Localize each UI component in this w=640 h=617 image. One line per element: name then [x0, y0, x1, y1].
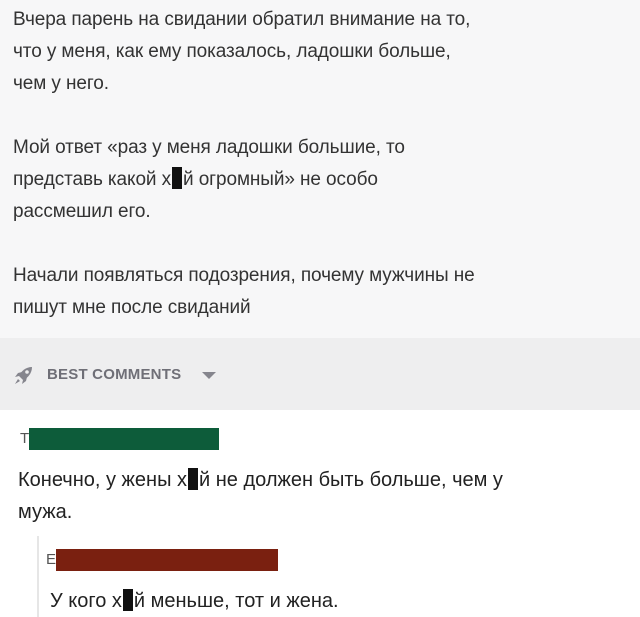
- reply-author[interactable]: Е: [46, 549, 286, 571]
- author-initial: Е: [46, 551, 57, 568]
- comment-text-part: У кого х: [50, 590, 122, 612]
- post-line: рассмешил его.: [13, 201, 151, 222]
- rocket-icon: [15, 367, 32, 384]
- comment-author[interactable]: Т: [20, 428, 219, 450]
- post-line: Вчера парень на свидании обратил внимани…: [13, 9, 471, 30]
- chevron-down-icon[interactable]: [201, 371, 217, 381]
- redaction-bar: [56, 549, 278, 571]
- post-line: чем у него.: [13, 73, 109, 94]
- censor-block: [188, 468, 199, 490]
- post-paragraph-1: Вчера парень на свидании обратил внимани…: [13, 4, 470, 100]
- comment-text-part: Конечно, у жены х: [18, 469, 188, 491]
- reply-text: У кого х й меньше, тот и жена.: [50, 585, 640, 617]
- reply-thread-line: [37, 536, 39, 617]
- redaction-bar: [29, 428, 219, 450]
- post-paragraph-2: Мой ответ «раз у меня ладошки большие, т…: [13, 132, 405, 228]
- author-initial: Т: [20, 430, 30, 447]
- comment-text-part: й не должен быть больше, чем у: [199, 469, 503, 491]
- post-line-part: й огромный» не особо: [183, 169, 378, 190]
- post-line: что у меня, как ему показалось, ладошки …: [13, 41, 451, 62]
- comment-text-part: й меньше, тот и жена.: [133, 590, 339, 612]
- comment-text: Конечно, у жены х й не должен быть больше…: [18, 464, 618, 528]
- post-line-part: представь какой х: [13, 169, 172, 190]
- post-line: Начали появляться подозрения, почему муж…: [13, 265, 475, 286]
- post-line: Мой ответ «раз у меня ладошки большие, т…: [13, 137, 405, 158]
- comment-text-part: мужа.: [18, 501, 73, 523]
- post-line: пишут мне после свиданий: [13, 297, 251, 318]
- censor-block: [172, 167, 183, 189]
- post-paragraph-3: Начали появляться подозрения, почему муж…: [13, 260, 475, 324]
- best-comments-label[interactable]: BEST COMMENTS: [47, 366, 181, 383]
- censor-block: [122, 589, 133, 611]
